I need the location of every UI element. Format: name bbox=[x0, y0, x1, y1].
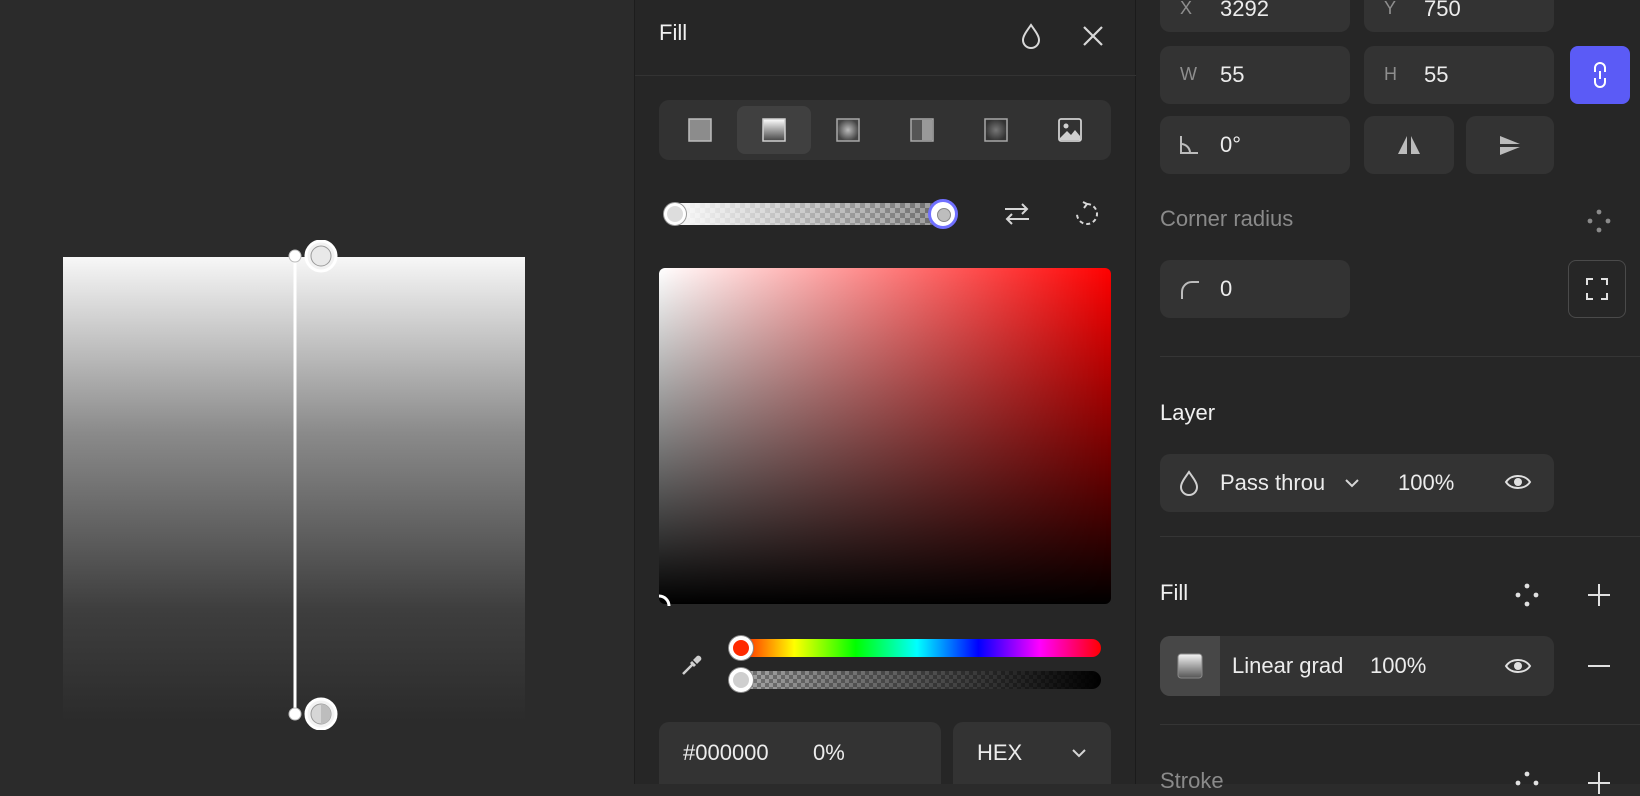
flip-vertical-icon bbox=[1500, 136, 1520, 155]
hue-slider-knob[interactable] bbox=[729, 636, 753, 660]
opacity-value[interactable]: 0% bbox=[813, 740, 845, 766]
expand-corners-icon bbox=[1586, 278, 1608, 300]
y-label: Y bbox=[1384, 0, 1397, 18]
eye-icon[interactable] bbox=[1504, 656, 1532, 676]
fill-type-selector bbox=[659, 100, 1111, 160]
fill-section-title: Fill bbox=[1160, 580, 1189, 605]
rotation-value[interactable]: 0° bbox=[1220, 132, 1241, 158]
linear-gradient-icon bbox=[762, 118, 786, 142]
corner-radius-title: Corner radius bbox=[1160, 206, 1294, 231]
x-label: X bbox=[1180, 0, 1193, 18]
swap-stops-icon[interactable] bbox=[999, 198, 1035, 230]
alpha-slider-knob[interactable] bbox=[729, 668, 753, 692]
fill-type-image[interactable] bbox=[1033, 106, 1107, 154]
x-field[interactable]: X 3292 bbox=[1160, 0, 1350, 32]
corner-icon bbox=[1181, 281, 1199, 299]
width-field[interactable]: W 55 bbox=[1160, 46, 1350, 104]
stroke-section-title: Stroke bbox=[1160, 768, 1224, 793]
layer-row: Pass throu 100% bbox=[1160, 454, 1554, 512]
eye-icon[interactable] bbox=[1504, 472, 1532, 492]
fill-styles-icon[interactable] bbox=[1514, 582, 1540, 608]
sv-picker-handle[interactable] bbox=[653, 590, 677, 614]
fill-type-name[interactable]: Linear grad bbox=[1232, 653, 1343, 679]
gradient-handle[interactable] bbox=[280, 240, 340, 730]
corner-radius-value[interactable]: 0 bbox=[1220, 276, 1232, 302]
divider bbox=[1160, 724, 1640, 725]
rotation-field[interactable]: 0° bbox=[1160, 116, 1350, 174]
fill-popup-title: Fill bbox=[659, 20, 688, 45]
fill-popup-header: Fill bbox=[635, 0, 1137, 76]
blend-mode-icon bbox=[1179, 470, 1199, 496]
w-value[interactable]: 55 bbox=[1220, 62, 1244, 88]
fill-type-angular[interactable] bbox=[885, 106, 959, 154]
y-value[interactable]: 750 bbox=[1424, 0, 1461, 22]
w-label: W bbox=[1180, 64, 1197, 84]
image-icon bbox=[1058, 118, 1082, 142]
flip-horizontal-button[interactable] bbox=[1364, 116, 1454, 174]
chevron-down-icon[interactable] bbox=[1344, 478, 1360, 488]
add-fill-icon[interactable] bbox=[1586, 582, 1612, 608]
layer-title: Layer bbox=[1160, 400, 1216, 425]
independent-corners-button[interactable] bbox=[1568, 260, 1626, 318]
eyedropper-icon[interactable] bbox=[675, 648, 709, 682]
layer-opacity[interactable]: 100% bbox=[1398, 470, 1454, 496]
fill-item-row[interactable]: Linear grad 100% bbox=[1160, 636, 1554, 696]
fill-type-linear[interactable] bbox=[737, 106, 811, 154]
hex-value[interactable]: #000000 bbox=[683, 740, 769, 766]
h-value[interactable]: 55 bbox=[1424, 62, 1448, 88]
saturation-value-picker[interactable] bbox=[659, 268, 1111, 604]
divider bbox=[1160, 356, 1640, 357]
divider bbox=[1160, 536, 1640, 537]
gradient-stop-start[interactable] bbox=[664, 203, 686, 225]
hue-slider[interactable] bbox=[733, 639, 1101, 657]
radial-gradient-icon bbox=[836, 118, 860, 142]
rotate-gradient-icon[interactable] bbox=[1069, 196, 1105, 232]
color-value-field[interactable]: #000000 0% bbox=[659, 722, 941, 784]
height-field[interactable]: H 55 bbox=[1364, 46, 1554, 104]
fill-type-diamond[interactable] bbox=[959, 106, 1033, 154]
close-icon[interactable] bbox=[1075, 18, 1111, 54]
chevron-down-icon bbox=[1072, 749, 1086, 758]
alpha-slider[interactable] bbox=[733, 671, 1101, 689]
properties-panel: X 3292 Y 750 W 55 H 55 0° Corner radius … bbox=[1136, 0, 1640, 794]
fill-type-solid[interactable] bbox=[663, 106, 737, 154]
fill-type-radial[interactable] bbox=[811, 106, 885, 154]
angular-gradient-icon bbox=[910, 118, 934, 142]
x-value[interactable]: 3292 bbox=[1220, 0, 1269, 22]
blend-drop-icon[interactable] bbox=[1013, 18, 1049, 54]
add-stroke-icon[interactable] bbox=[1586, 770, 1612, 796]
flip-vertical-button[interactable] bbox=[1466, 116, 1554, 174]
corner-radius-options-icon[interactable] bbox=[1586, 208, 1612, 234]
fill-swatch-cell[interactable] bbox=[1160, 636, 1220, 696]
canvas[interactable] bbox=[0, 0, 634, 784]
h-label: H bbox=[1384, 64, 1397, 84]
fill-popup: Fill #000000 0% HEX bbox=[634, 0, 1137, 784]
fill-swatch bbox=[1177, 653, 1203, 679]
fill-opacity[interactable]: 100% bbox=[1370, 653, 1426, 679]
gradient-stop-end[interactable] bbox=[928, 199, 958, 229]
constrain-proportions-button[interactable] bbox=[1570, 46, 1630, 104]
angle-icon bbox=[1180, 136, 1198, 154]
blend-mode-select[interactable]: Pass throu bbox=[1220, 470, 1328, 496]
gradient-stops-track[interactable] bbox=[665, 203, 941, 225]
flip-horizontal-icon bbox=[1398, 136, 1420, 154]
stroke-styles-icon[interactable] bbox=[1514, 770, 1540, 796]
y-field[interactable]: Y 750 bbox=[1364, 0, 1554, 32]
color-format-label: HEX bbox=[977, 740, 1023, 765]
diamond-gradient-icon bbox=[984, 118, 1008, 142]
color-format-select[interactable]: HEX bbox=[953, 722, 1111, 784]
corner-radius-field[interactable]: 0 bbox=[1160, 260, 1350, 318]
remove-fill-icon[interactable] bbox=[1586, 656, 1612, 676]
link-icon bbox=[1594, 62, 1606, 88]
solid-fill-icon bbox=[688, 118, 712, 142]
